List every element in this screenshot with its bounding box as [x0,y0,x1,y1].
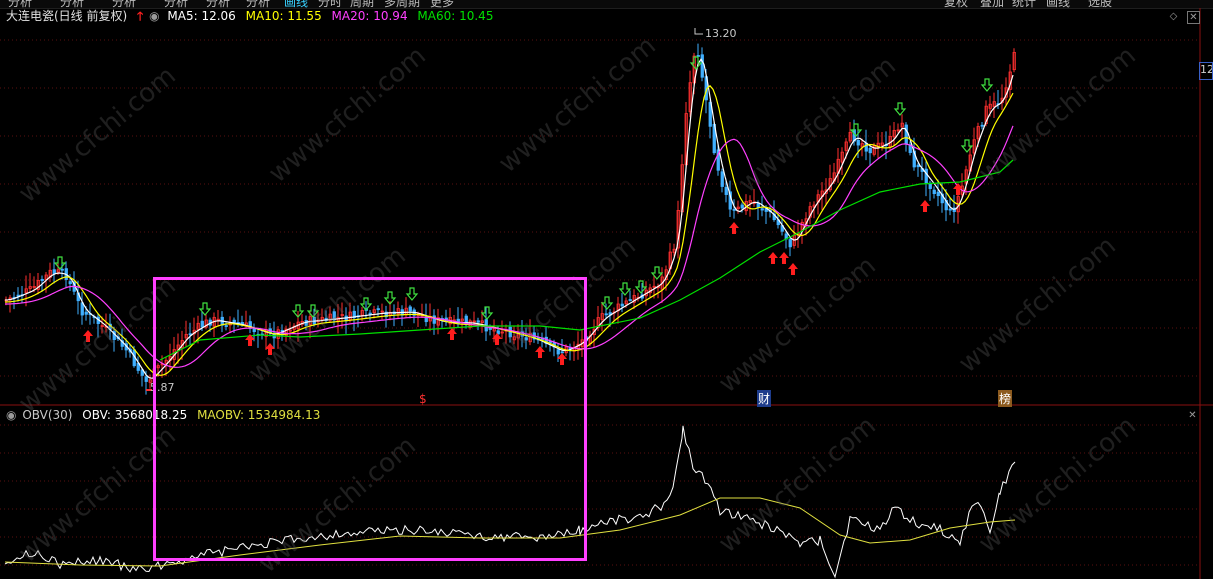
candle-body [980,124,984,127]
candle-body [144,376,148,382]
indicator-name[interactable]: OBV(30) [22,408,72,422]
sell-arrow-icon [53,256,67,270]
event-marker[interactable]: 榜 [998,390,1013,407]
main-legend: 大连电瓷(日线 前复权) 🡑 ◉ MA5: 12.06 MA10: 11.55 … [6,8,499,24]
sell-arrow-icon [980,78,994,92]
candle-body [932,189,936,194]
up-arrow-icon: 🡑 [137,9,144,23]
stock-name[interactable]: 大连电瓷(日线 前复权) [6,9,127,23]
diamond-icon[interactable]: ◇ [1168,11,1179,22]
sell-arrow-icon [600,296,614,310]
candle-body [724,186,728,195]
buy-arrow-icon [768,252,778,264]
candle-body [924,168,928,184]
candle-body [628,299,632,301]
sell-arrow-icon [849,123,863,137]
ma60-label: MA60: 10.45 [417,9,494,23]
ma20-label: MA20: 10.94 [331,9,408,23]
high-price-pointer [694,28,703,35]
candle-body [84,311,88,315]
close-icon[interactable]: ✕ [1187,410,1198,421]
candle-body [52,269,56,275]
candle-body [916,164,920,168]
buy-arrow-icon [920,200,930,212]
candle-body [620,303,624,307]
candle-body [936,191,940,197]
buy-arrow-icon [729,222,739,234]
buy-arrow-icon [788,263,798,275]
candle-body [60,268,64,271]
candle-body [700,54,704,78]
candle-body [740,204,744,209]
ma10-label: MA10: 11.55 [245,9,322,23]
candle-body [904,124,908,145]
candle-body [604,313,608,316]
high-price-label: 13.20 [705,27,737,40]
buy-arrow-icon [779,252,789,264]
candle-body [760,208,764,211]
sell-arrow-icon [634,280,648,294]
candle-body [40,278,44,281]
candle-body [856,139,860,146]
candle-body [68,281,72,285]
buy-arrow-icon [83,330,93,342]
price-axis-box: 12 [1199,62,1213,80]
candle-body [732,208,736,211]
settings-icon[interactable]: ◉ [6,408,16,422]
candle-body [868,147,872,154]
event-marker[interactable]: 财 [757,390,772,407]
candle-body [720,171,724,187]
circle-dot-icon[interactable]: ◉ [149,9,159,23]
candle-body [788,239,792,248]
chart-app: 分析 分析 分析 分析 分析 分析 画线 分时 周期 多周期 更多 复权 叠加 … [0,0,1213,579]
close-icon[interactable]: ✕ [1187,11,1200,24]
highlight-box [153,277,587,561]
ma5-label: MA5: 12.06 [167,9,236,23]
sell-arrow-icon [893,102,907,116]
candle-body [948,208,952,211]
sell-arrow-icon [689,56,703,70]
candle-body [696,55,700,57]
